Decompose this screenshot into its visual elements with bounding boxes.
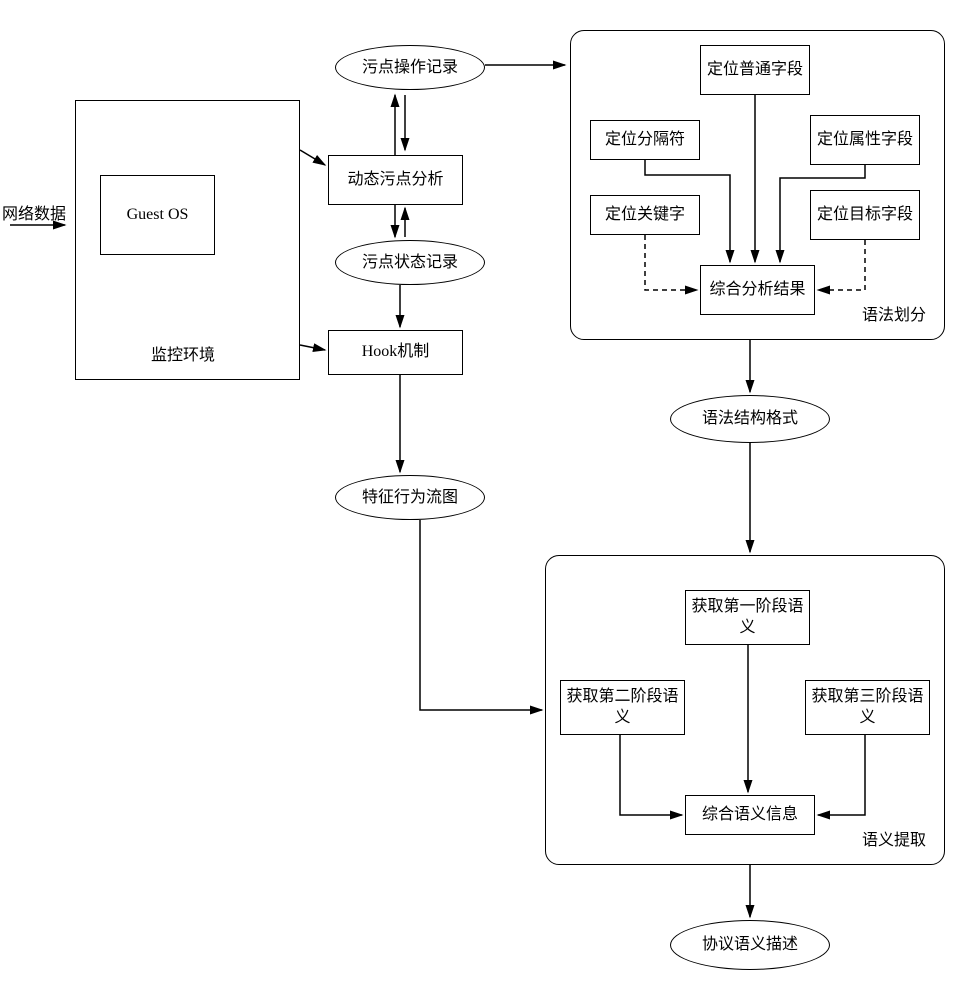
stage1-text: 获取第一阶段语义 [690,597,805,639]
taint-op-ellipse: 污点操作记录 [335,45,485,90]
combined-sem-text: 综合语义信息 [702,805,798,826]
stage1-box: 获取第一阶段语义 [685,590,810,645]
syntax-structure-text: 语法结构格式 [702,409,798,428]
guest-os-text: Guest OS [127,205,189,226]
locate-keyword-box: 定位关键字 [590,195,700,235]
locate-normal-box: 定位普通字段 [700,45,810,95]
dynamic-taint-box: 动态污点分析 [328,155,463,205]
locate-separator-text: 定位分隔符 [605,130,685,151]
locate-target-text: 定位目标字段 [817,205,913,226]
taint-state-ellipse: 污点状态记录 [335,240,485,285]
syntax-structure-ellipse: 语法结构格式 [670,395,830,443]
locate-keyword-text: 定位关键字 [605,205,685,226]
combined-analysis-box: 综合分析结果 [700,265,815,315]
stage2-box: 获取第二阶段语义 [560,680,685,735]
network-data-label: 网络数据 [2,200,66,224]
hook-text: Hook机制 [362,342,430,363]
locate-target-box: 定位目标字段 [810,190,920,240]
locate-attribute-text: 定位属性字段 [817,130,913,151]
locate-normal-text: 定位普通字段 [707,60,803,81]
combined-analysis-text: 综合分析结果 [709,280,805,301]
stage3-text: 获取第三阶段语义 [810,687,925,729]
protocol-desc-ellipse: 协议语义描述 [670,920,830,970]
locate-separator-box: 定位分隔符 [590,120,700,160]
monitor-env-label: 监控环境 [151,346,215,367]
hook-box: Hook机制 [328,330,463,375]
protocol-desc-text: 协议语义描述 [702,935,798,954]
stage2-text: 获取第二阶段语义 [565,687,680,729]
dynamic-taint-text: 动态污点分析 [347,170,443,191]
taint-state-text: 污点状态记录 [362,253,458,272]
stage3-box: 获取第三阶段语义 [805,680,930,735]
locate-attribute-box: 定位属性字段 [810,115,920,165]
feature-flow-ellipse: 特征行为流图 [335,475,485,520]
syntax-division-label: 语法划分 [862,306,926,327]
combined-sem-box: 综合语义信息 [685,795,815,835]
feature-flow-text: 特征行为流图 [362,488,458,507]
taint-op-text: 污点操作记录 [362,58,458,77]
semantic-extract-label: 语义提取 [862,831,926,852]
guest-os-box: Guest OS [100,175,215,255]
